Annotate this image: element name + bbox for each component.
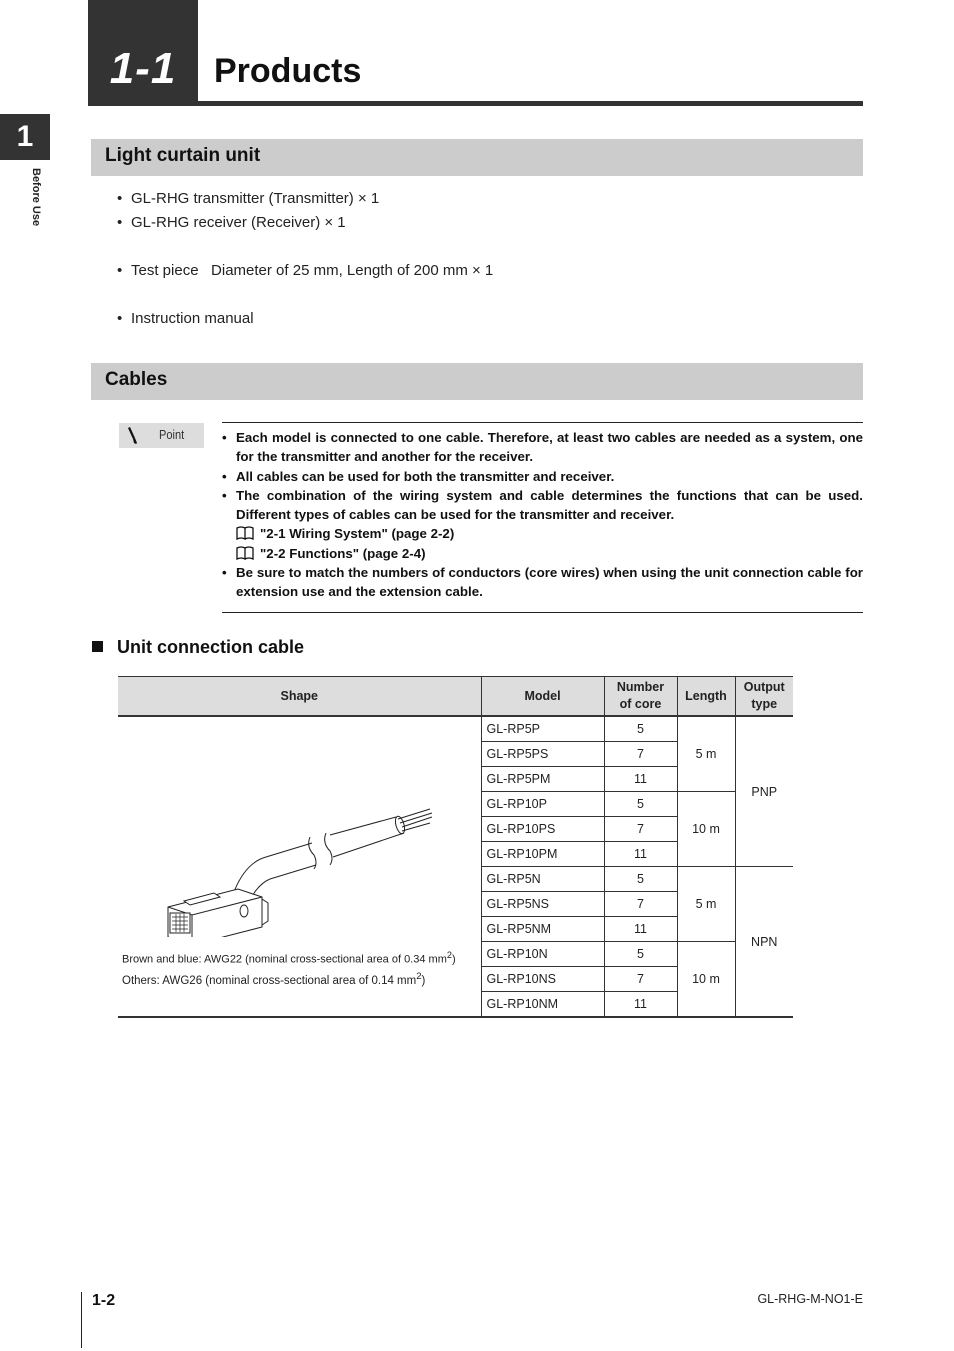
length-cell: 5 m	[676, 715, 736, 792]
point-notes: Each model is connected to one cable. Th…	[222, 428, 863, 602]
footer-rule	[81, 1292, 82, 1348]
point-note: Each model is connected to one cable. Th…	[222, 428, 863, 467]
section-light-curtain-unit: Light curtain unit	[91, 139, 863, 176]
model-cell: GL-RP5NM	[480, 916, 605, 942]
model-cell: GL-RP5NS	[480, 891, 605, 917]
header-cores-line2: of core	[619, 697, 662, 711]
chapter-number-box: 1-1	[88, 0, 198, 104]
header-cores-line1: Number	[616, 680, 665, 694]
cores-cell: 7	[603, 816, 678, 842]
point-note-text: The combination of the wiring system and…	[236, 487, 863, 523]
header-length: Length	[676, 676, 735, 717]
cores-cell: 5	[603, 866, 678, 892]
model-cell: GL-RP10N	[480, 941, 605, 967]
subsection-heading: Unit connection cable	[92, 637, 304, 658]
model-cell: GL-RP10NM	[480, 991, 605, 1018]
header-shape: Shape	[118, 676, 481, 717]
shape-note-text: Others: AWG26 (nominal cross-sectional a…	[122, 975, 417, 987]
length-cell: 5 m	[676, 866, 736, 942]
cable-connector-illustration	[167, 808, 433, 937]
cores-cell: 11	[603, 766, 678, 792]
table-header-row: Shape Model Number of core Length Output…	[118, 676, 793, 717]
model-cell: GL-RP5PM	[480, 766, 605, 792]
cores-cell: 11	[603, 991, 678, 1018]
chapter-side-label: Before Use	[30, 168, 42, 227]
section-cables: Cables	[91, 363, 863, 400]
model-cell: GL-RP10PS	[480, 816, 605, 842]
point-tag: Point	[119, 423, 204, 448]
header-cores: Number of core	[603, 676, 677, 717]
document-code: GL-RHG-M-NO1-E	[757, 1292, 863, 1306]
shape-note-line: Brown and blue: AWG22 (nominal cross-sec…	[122, 946, 456, 969]
section-title: Light curtain unit	[105, 145, 261, 166]
subsection-title: Unit connection cable	[117, 637, 305, 657]
reference-text: "2-1 Wiring System" (page 2-2)	[260, 526, 455, 542]
pencil-icon	[128, 427, 137, 444]
model-cell: GL-RP5P	[480, 715, 605, 742]
book-icon	[236, 546, 254, 560]
model-cell: GL-RP10NS	[480, 966, 605, 992]
table-row: Brown and blue: AWG22 (nominal cross-sec…	[118, 715, 793, 1018]
shape-cell: Brown and blue: AWG22 (nominal cross-sec…	[118, 715, 482, 1018]
title-rule	[88, 101, 863, 106]
model-cell: GL-RP5N	[480, 866, 605, 892]
point-note: The combination of the wiring system and…	[222, 486, 863, 563]
cores-cell: 7	[603, 891, 678, 917]
reference-link[interactable]: "2-1 Wiring System" (page 2-2)	[236, 524, 863, 543]
cores-cell: 5	[603, 941, 678, 967]
list-item: GL-RHG transmitter (Transmitter) × 1	[117, 190, 379, 207]
reference-link[interactable]: "2-2 Functions" (page 2-4)	[236, 544, 863, 563]
cores-cell: 7	[603, 966, 678, 992]
point-top-rule	[222, 422, 863, 423]
cores-cell: 11	[603, 841, 678, 867]
point-label: Point	[159, 427, 185, 442]
header-output-line2: type	[751, 697, 778, 711]
shape-note-suffix: )	[451, 953, 456, 966]
shape-note: Brown and blue: AWG22 (nominal cross-sec…	[122, 946, 456, 990]
output-type-cell: PNP	[734, 715, 793, 867]
header-output: Output type	[734, 676, 793, 717]
chapter-number: 1-1	[109, 44, 177, 93]
cores-cell: 11	[603, 916, 678, 942]
model-cell: GL-RP10P	[480, 791, 605, 817]
square-bullet-icon	[92, 641, 103, 652]
length-cell: 10 m	[676, 941, 736, 1018]
page-number: 1-2	[92, 1292, 116, 1309]
model-cell: GL-RP10PM	[480, 841, 605, 867]
shape-note-text: Brown and blue: AWG22 (nominal cross-sec…	[122, 953, 447, 966]
output-type-cell: NPN	[734, 866, 793, 1018]
list-item: GL-RHG receiver (Receiver) × 1	[117, 214, 346, 231]
cable-table: Shape Model Number of core Length Output…	[118, 676, 793, 1018]
section-title: Cables	[105, 369, 168, 390]
list-item: Test piece Diameter of 25 mm, Length of …	[117, 262, 493, 279]
point-note: All cables can be used for both the tran…	[222, 467, 863, 487]
model-cell: GL-RP5PS	[480, 741, 605, 767]
shape-note-line: Others: AWG26 (nominal cross-sectional a…	[122, 968, 456, 990]
shape-note-suffix: )	[421, 975, 426, 987]
book-icon	[236, 526, 254, 541]
reference-text: "2-2 Functions" (page 2-4)	[260, 545, 426, 561]
cores-cell: 5	[603, 715, 678, 742]
cores-cell: 7	[603, 741, 678, 767]
length-cell: 10 m	[676, 791, 736, 867]
header-output-line1: Output	[743, 680, 785, 694]
point-bottom-rule	[222, 612, 863, 613]
page-title: Products	[214, 52, 362, 90]
cores-cell: 5	[603, 791, 678, 817]
point-note: Be sure to match the numbers of conducto…	[222, 563, 863, 602]
header-model: Model	[480, 676, 604, 717]
chapter-side-tab: 1	[0, 114, 50, 160]
list-item: Instruction manual	[117, 310, 254, 327]
